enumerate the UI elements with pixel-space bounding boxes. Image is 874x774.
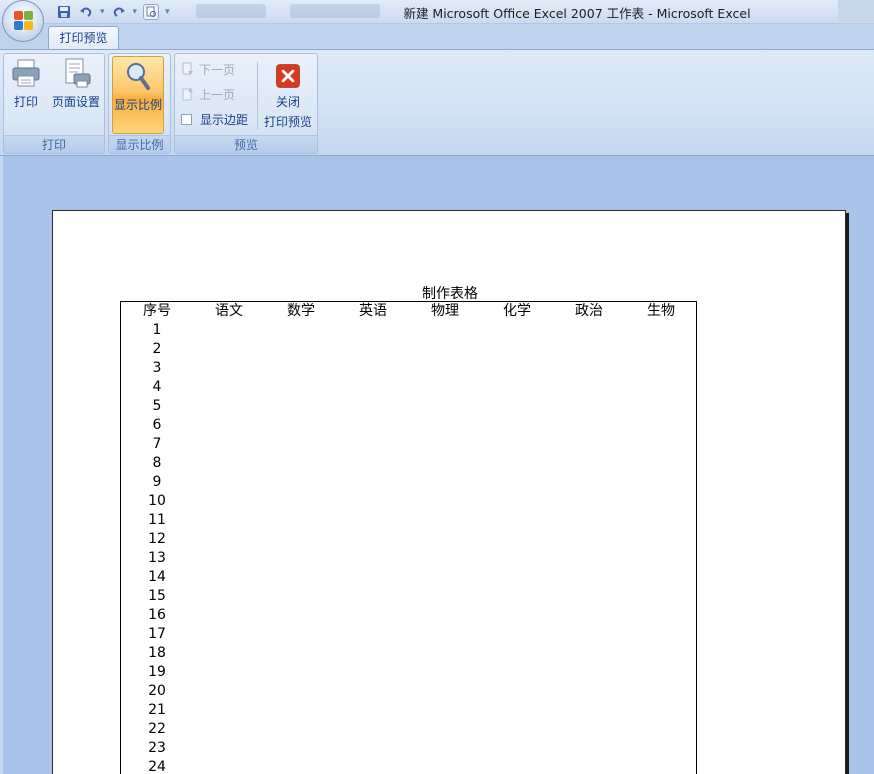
- next-page-icon: [182, 62, 193, 75]
- row-number: 12: [148, 531, 166, 547]
- office-logo-icon: [14, 11, 34, 31]
- group-zoom: 显示比例 显示比例: [108, 53, 171, 154]
- magnifier-icon: [127, 63, 150, 90]
- row-number: 6: [152, 417, 162, 433]
- row-number: 14: [148, 569, 166, 585]
- group-separator: [257, 62, 258, 130]
- row-number: 15: [148, 588, 166, 604]
- checkbox-icon: [181, 113, 192, 125]
- print-button[interactable]: 打印: [8, 57, 44, 117]
- row-number: 9: [152, 474, 162, 490]
- row-number: 21: [148, 702, 166, 718]
- close-label-line1: 关闭: [275, 95, 300, 109]
- row-number: 1: [152, 322, 162, 338]
- window-title: 新建 Microsoft Office Excel 2007 工作表 - Mic…: [403, 6, 751, 21]
- next-page-label: 下一页: [199, 62, 236, 77]
- row-number: 22: [148, 721, 166, 737]
- page-setup-button-label: 页面设置: [51, 95, 100, 109]
- row-number: 3: [152, 360, 162, 376]
- row-number: 8: [152, 455, 162, 471]
- group-label-zoom: 显示比例: [109, 135, 170, 153]
- show-margins-label: 显示边距: [200, 112, 249, 127]
- ribbon: 打印 页面设置 打印 显示比例 显示比例 下一页 上一页 显示边距 关闭 打印预…: [0, 49, 874, 156]
- next-page-button[interactable]: 下一页: [181, 59, 235, 79]
- row-number: 23: [148, 740, 166, 756]
- row-number: 19: [148, 664, 166, 680]
- group-label-preview: 预览: [175, 135, 317, 153]
- row-number: 24: [148, 759, 166, 774]
- close-print-preview-button[interactable]: 关闭 打印预览: [261, 57, 315, 129]
- ribbon-tab-row: 打印预览: [0, 24, 874, 51]
- workspace-edge: [0, 156, 3, 774]
- header-cell: 物理: [431, 303, 459, 319]
- row-number: 2: [152, 341, 162, 357]
- close-icon: [276, 64, 300, 88]
- printer-icon: [12, 59, 40, 87]
- show-margins-checkbox[interactable]: 显示边距: [181, 109, 248, 129]
- data-table: 序号 语文 数学 英语 物理 化学 政治 生物 1 2 3 4 5 6 7 8 …: [120, 301, 697, 774]
- row-number: 18: [148, 645, 166, 661]
- header-cell: 政治: [575, 303, 603, 319]
- row-number: 17: [148, 626, 166, 642]
- close-label-line2: 打印预览: [263, 115, 312, 129]
- window-controls[interactable]: [838, 0, 874, 22]
- row-number: 16: [148, 607, 166, 623]
- header-cell: 数学: [287, 303, 315, 319]
- page-setup-button[interactable]: 页面设置: [48, 57, 104, 117]
- previous-page-label: 上一页: [199, 87, 236, 102]
- header-cell: 英语: [359, 303, 387, 319]
- row-number: 20: [148, 683, 166, 699]
- row-number: 10: [148, 493, 166, 509]
- sheet-title: 制作表格: [422, 286, 478, 302]
- print-page: 制作表格 序号 语文 数学 英语 物理 化学 政治 生物 1 2 3 4 5 6…: [52, 210, 846, 774]
- page-setup-icon: [65, 58, 91, 88]
- row-number: 4: [152, 379, 162, 395]
- previous-page-button[interactable]: 上一页: [181, 84, 235, 104]
- previous-page-icon: [182, 88, 193, 101]
- tab-print-preview[interactable]: 打印预览: [48, 26, 119, 51]
- office-button[interactable]: [2, 0, 44, 42]
- header-cell: 语文: [215, 303, 243, 319]
- header-cell: 生物: [647, 303, 675, 319]
- zoom-button-label: 显示比例: [113, 98, 162, 112]
- row-number: 11: [148, 512, 166, 528]
- row-number: 13: [148, 550, 166, 566]
- header-cell: 化学: [503, 303, 531, 319]
- row-number: 5: [152, 398, 162, 414]
- print-button-label: 打印: [13, 95, 38, 109]
- header-cell: 序号: [143, 303, 171, 319]
- title-bar: ▾ ▾ ▾ 新建 Microsoft Office Excel 2007 工作表…: [0, 0, 874, 24]
- group-preview: 下一页 上一页 显示边距 关闭 打印预览 预览: [174, 53, 318, 154]
- group-print: 打印 页面设置 打印: [3, 53, 105, 154]
- zoom-button[interactable]: 显示比例: [112, 56, 164, 134]
- row-number: 7: [152, 436, 162, 452]
- group-label-print: 打印: [4, 135, 104, 153]
